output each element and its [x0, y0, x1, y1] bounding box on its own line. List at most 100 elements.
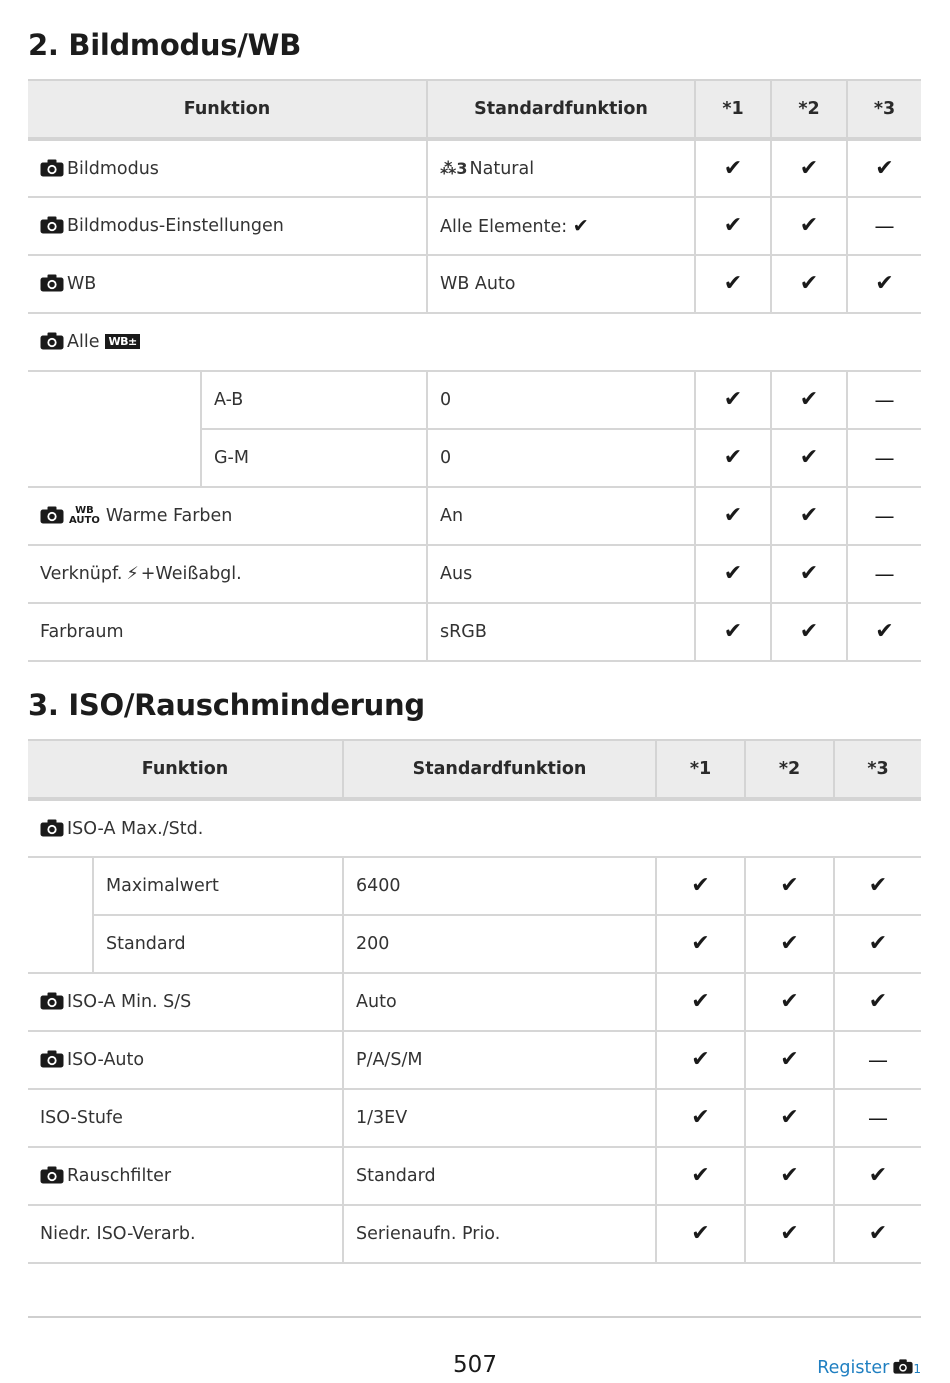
col1-mark: ✔ — [656, 1205, 747, 1264]
table-row: Standard 200 ✔ ✔ ✔ — [28, 915, 922, 974]
col3-mark: ✔ — [834, 1205, 922, 1264]
header-col2: *2 — [771, 79, 849, 141]
default-value: Auto — [356, 992, 397, 1012]
function-label-prefix: Verknüpf. — [40, 564, 123, 584]
function-label: ISO-A Min. S/S — [67, 992, 192, 1012]
header-col1: *1 — [656, 739, 747, 801]
camera-icon — [40, 216, 64, 234]
header-default: Standardfunktion — [427, 79, 697, 141]
function-label: A-B — [214, 390, 244, 410]
default-cell: Aus — [427, 545, 697, 604]
register-link[interactable]: Register 1 — [817, 1358, 921, 1378]
col3-mark: ✔ — [834, 857, 922, 916]
col3-mark: ✔ — [834, 1147, 922, 1206]
dash-mark: — — [874, 446, 895, 470]
default-value: An — [440, 506, 464, 526]
col1-mark: ✔ — [656, 973, 747, 1032]
col3-mark: — — [834, 1031, 922, 1090]
check-icon: ✔ — [723, 271, 743, 296]
bildmodus-wb-table: Funktion Standardfunktion *1 *2 *3 Bildm… — [28, 79, 922, 662]
dash-mark: — — [874, 214, 895, 238]
camera-icon — [40, 274, 64, 292]
col1-mark: ✔ — [695, 545, 773, 604]
iso-rauschminderung-table: Funktion Standardfunktion *1 *2 *3 ISO-A… — [28, 739, 922, 1264]
wb-auto-icon: WB AUTO — [69, 505, 100, 526]
check-icon: ✔ — [780, 931, 799, 956]
check-icon: ✔ — [799, 561, 819, 586]
function-label: Maximalwert — [106, 876, 219, 896]
camera-icon — [40, 159, 64, 177]
check-icon: ✔ — [723, 503, 743, 528]
check-icon: ✔ — [875, 155, 894, 181]
check-icon: ✔ — [868, 873, 888, 898]
check-icon: ✔ — [799, 445, 819, 470]
check-icon: ✔ — [799, 271, 819, 296]
check-icon: ✔ — [780, 1221, 799, 1246]
check-icon: ✔ — [723, 561, 743, 586]
col2-mark: ✔ — [745, 1147, 836, 1206]
function-cell: Verknüpf. ⚡ +Weißabgl. — [28, 545, 429, 604]
check-icon: ✔ — [799, 387, 819, 412]
col2-mark: ✔ — [771, 487, 849, 546]
col2-mark: ✔ — [771, 603, 849, 662]
dash-mark: — — [874, 388, 895, 412]
function-cell: Maximalwert — [93, 857, 345, 916]
table-header-row: Funktion Standardfunktion *1 *2 *3 — [28, 739, 922, 801]
default-cell: ⁂3 Natural — [427, 139, 697, 198]
check-icon: ✔ — [868, 1221, 888, 1246]
header-default: Standardfunktion — [343, 739, 658, 801]
dash-mark: — — [868, 1106, 889, 1130]
check-icon: ✔ — [691, 1163, 710, 1188]
default-cell: 200 — [343, 915, 658, 974]
function-cell: G-M — [201, 429, 429, 488]
col2-mark: ✔ — [771, 139, 849, 198]
col1-mark: ✔ — [695, 487, 773, 546]
function-label: ISO-Auto — [67, 1050, 145, 1070]
check-icon: ✔ — [868, 1163, 888, 1188]
col2-mark: ✔ — [745, 915, 836, 974]
col3-mark: — — [847, 545, 922, 604]
camera-icon — [40, 1166, 64, 1184]
function-label: Rauschfilter — [67, 1166, 172, 1186]
indent-cell — [28, 371, 202, 488]
col2-mark: ✔ — [771, 429, 849, 488]
default-value: P/A/S/M — [356, 1050, 423, 1070]
default-value: Standard — [356, 1166, 436, 1186]
default-cell: Serienaufn. Prio. — [343, 1205, 658, 1264]
default-cell: 0 — [427, 371, 697, 430]
check-icon: ✔ — [723, 619, 743, 644]
check-icon: ✔ — [780, 1163, 799, 1188]
check-icon: ✔ — [780, 989, 799, 1014]
table-row: ISO-A Min. S/S Auto ✔ ✔ ✔ — [28, 973, 922, 1032]
default-cell: Standard — [343, 1147, 658, 1206]
col1-mark: ✔ — [656, 1147, 747, 1206]
table-row: ISO-Stufe 1/3EV ✔ ✔ — — [28, 1089, 922, 1148]
function-cell: Niedr. ISO-Verarb. — [28, 1205, 345, 1264]
camera-icon — [40, 506, 64, 524]
header-col3: *3 — [834, 739, 922, 801]
check-icon: ✔ — [691, 931, 710, 956]
function-label: ISO-A Max./Std. — [67, 818, 204, 839]
col1-mark: ✔ — [695, 139, 773, 198]
default-cell: Auto — [343, 973, 658, 1032]
section-title-iso-rauschminderung: 3. ISO/Rauschminderung — [28, 688, 425, 722]
function-cell: WB AUTO Warme Farben — [28, 487, 429, 546]
col1-mark: ✔ — [695, 371, 773, 430]
col1-mark: ✔ — [695, 197, 773, 256]
check-icon: ✔ — [723, 213, 743, 238]
check-icon: ✔ — [875, 271, 894, 296]
table-row: Verknüpf. ⚡ +Weißabgl. Aus ✔ ✔ — — [28, 545, 922, 604]
function-cell: WB — [28, 255, 429, 314]
camera-icon — [40, 992, 64, 1010]
col3-mark: ✔ — [847, 139, 922, 198]
col2-mark: ✔ — [745, 1089, 836, 1148]
dash-mark: — — [868, 1048, 889, 1072]
function-label: Bildmodus-Einstellungen — [67, 216, 284, 236]
table-row: WB WB Auto ✔ ✔ ✔ — [28, 255, 922, 314]
check-icon: ✔ — [780, 1105, 799, 1130]
table-row: WB AUTO Warme Farben An ✔ ✔ — — [28, 487, 922, 546]
table-row: ISO-A Max./Std. — [28, 799, 922, 858]
check-icon: ✔ — [875, 619, 894, 644]
check-icon: ✔ — [691, 1047, 710, 1072]
function-cell: ISO-Auto — [28, 1031, 345, 1090]
